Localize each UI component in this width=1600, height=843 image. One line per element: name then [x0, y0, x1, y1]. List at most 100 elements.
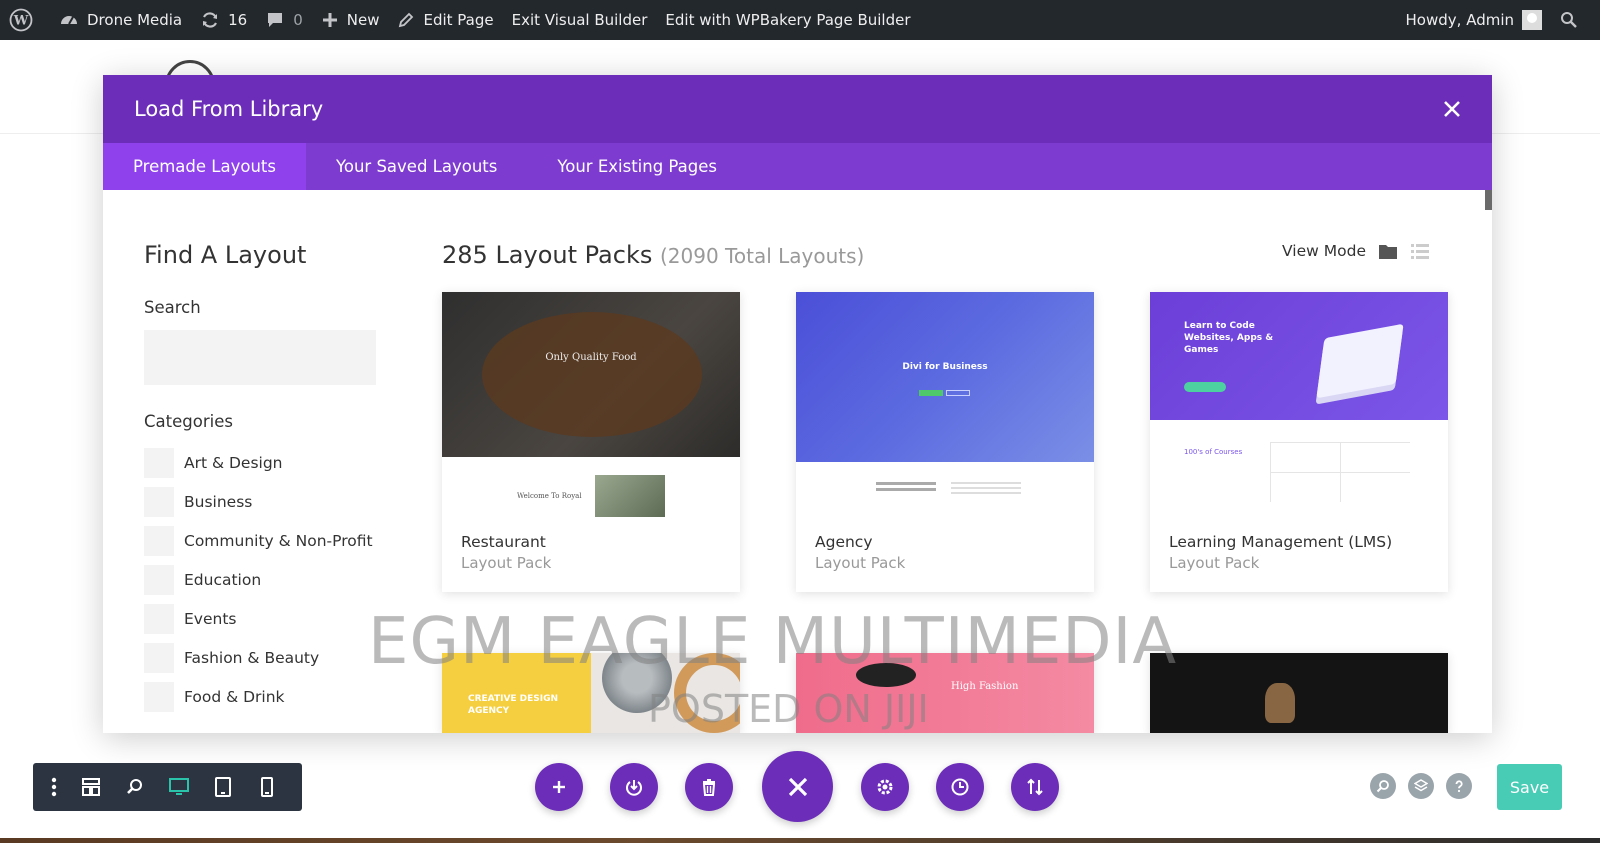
category-checkbox[interactable] — [144, 603, 174, 634]
save-button[interactable]: Save — [1497, 764, 1562, 810]
layout-card-creative-agency[interactable]: CREATIVE DESIGN AGENCY — [442, 653, 740, 733]
category-checkbox[interactable] — [144, 681, 174, 712]
desktop-background-strip — [0, 838, 1600, 843]
category-checkbox[interactable] — [144, 642, 174, 673]
clear-layout-button[interactable] — [685, 763, 733, 811]
more-dots-icon — [51, 777, 57, 797]
layout-kind: Layout Pack — [461, 554, 552, 572]
wireframe-icon — [82, 778, 100, 796]
find-layout-title: Find A Layout — [144, 241, 307, 269]
settings-bar-menu-button[interactable] — [39, 763, 69, 811]
layout-kind: Layout Pack — [815, 554, 906, 572]
modal-scrollbar[interactable] — [1485, 190, 1492, 210]
thumbnail-button — [919, 390, 943, 396]
thumbnail-hat-image — [856, 663, 916, 687]
my-account-button[interactable]: Howdy, Admin — [1397, 0, 1551, 40]
help-button[interactable] — [1446, 773, 1472, 799]
wp-admin-bar: W Drone Media 16 0 New Edit Page Exit Vi… — [0, 0, 1600, 40]
category-checkbox[interactable] — [144, 486, 174, 517]
category-fashion-beauty[interactable]: Fashion & Beauty — [144, 638, 373, 677]
edit-with-wpbakery-label: Edit with WPBakery Page Builder — [665, 11, 911, 29]
close-icon[interactable] — [1440, 97, 1464, 121]
search-icon — [1561, 12, 1577, 28]
grid-view-icon[interactable] — [1378, 242, 1398, 260]
thumbnail-plant-image — [595, 475, 665, 517]
new-content-button[interactable]: New — [312, 0, 389, 40]
tab-your-saved-layouts[interactable]: Your Saved Layouts — [306, 143, 527, 190]
editing-history-button[interactable] — [936, 763, 984, 811]
question-icon — [1455, 780, 1463, 793]
site-name: Drone Media — [87, 11, 183, 29]
category-label: Business — [184, 492, 253, 511]
category-food-drink[interactable]: Food & Drink — [144, 677, 373, 716]
thumbnail-title: Divi for Business — [902, 362, 988, 372]
layout-card-fashion[interactable]: High Fashion — [796, 653, 1094, 733]
category-art-design[interactable]: Art & Design — [144, 443, 373, 482]
close-action-bar-button[interactable] — [762, 751, 833, 822]
category-label: Fashion & Beauty — [184, 648, 320, 667]
category-checkbox[interactable] — [144, 525, 174, 556]
card-meta: Restaurant Layout Pack — [442, 517, 740, 592]
card-meta: Learning Management (LMS) Layout Pack — [1150, 517, 1448, 592]
plus-icon — [553, 781, 565, 793]
comments-button[interactable]: 0 — [256, 0, 312, 40]
tab-your-existing-pages[interactable]: Your Existing Pages — [527, 143, 747, 190]
category-label: Events — [184, 609, 237, 628]
layout-card-agency[interactable]: Divi for Business Agency Layout Pack — [796, 292, 1094, 592]
exit-visual-builder-button[interactable]: Exit Visual Builder — [503, 0, 657, 40]
load-from-library-modal: Load From Library Premade Layouts Your S… — [103, 75, 1492, 733]
card-meta: Agency Layout Pack — [796, 517, 1094, 592]
category-community-non-profit[interactable]: Community & Non-Profit — [144, 521, 373, 560]
category-events[interactable]: Events — [144, 599, 373, 638]
wireframe-view-button[interactable] — [69, 763, 113, 811]
thumbnail-disc-image — [602, 653, 672, 713]
close-icon — [788, 777, 807, 796]
edit-with-wpbakery-button[interactable]: Edit with WPBakery Page Builder — [656, 0, 919, 40]
zoom-view-button[interactable] — [113, 763, 157, 811]
category-checkbox[interactable] — [144, 447, 174, 478]
edit-page-button[interactable]: Edit Page — [388, 0, 502, 40]
modal-header: Load From Library — [103, 75, 1492, 143]
wordpress-logo-button[interactable]: W — [0, 0, 50, 40]
layout-card-dark[interactable] — [1150, 653, 1448, 733]
refresh-icon — [203, 12, 218, 28]
portability-button[interactable] — [1011, 763, 1059, 811]
list-view-icon[interactable] — [1410, 242, 1430, 260]
edit-page-label: Edit Page — [423, 11, 494, 29]
desktop-view-button[interactable] — [157, 763, 201, 811]
gear-icon — [877, 779, 893, 795]
add-from-library-button[interactable] — [535, 763, 583, 811]
category-checkbox[interactable] — [144, 564, 174, 595]
thumbnail-text-lines — [951, 482, 1021, 484]
clock-icon — [951, 778, 969, 796]
layout-card-restaurant[interactable]: Only Quality Food Welcome To Royal Resta… — [442, 292, 740, 592]
comment-icon — [268, 13, 283, 27]
adminbar-search-button[interactable] — [1551, 0, 1600, 40]
layout-card-lms[interactable]: Learn to Code Websites, Apps & Games 100… — [1150, 292, 1448, 592]
help-tools — [1370, 773, 1472, 799]
save-to-library-button[interactable] — [610, 763, 658, 811]
thumbnail-title: Learn to Code Websites, Apps & Games — [1184, 321, 1274, 355]
tab-premade-layouts[interactable]: Premade Layouts — [103, 143, 306, 190]
layout-search-input[interactable] — [144, 330, 376, 385]
svg-text:W: W — [13, 14, 29, 29]
view-mode-label: View Mode — [1282, 242, 1366, 260]
thumbnail-board-image — [482, 312, 702, 437]
category-list: Art & Design Business Community & Non-Pr… — [144, 443, 373, 716]
layers-button[interactable] — [1408, 773, 1434, 799]
site-name-button[interactable]: Drone Media — [50, 0, 191, 40]
tablet-icon — [215, 777, 231, 797]
phone-view-button[interactable] — [245, 763, 289, 811]
search-modules-button[interactable] — [1370, 773, 1396, 799]
updates-count: 16 — [228, 11, 248, 29]
comments-count: 0 — [293, 11, 303, 29]
thumbnail-title: Only Quality Food — [545, 352, 637, 363]
tablet-view-button[interactable] — [201, 763, 245, 811]
page-settings-button[interactable] — [861, 763, 909, 811]
category-business[interactable]: Business — [144, 482, 373, 521]
category-education[interactable]: Education — [144, 560, 373, 599]
layout-name: Restaurant — [461, 533, 546, 551]
updates-button[interactable]: 16 — [191, 0, 256, 40]
phone-icon — [261, 777, 273, 797]
dashboard-icon — [61, 16, 77, 25]
